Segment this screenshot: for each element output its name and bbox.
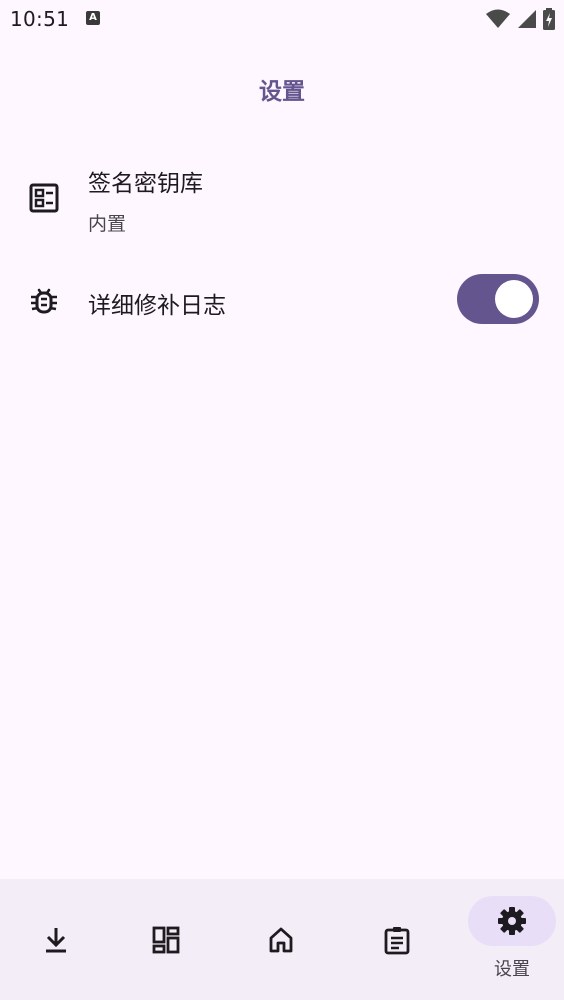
- battery-charging-icon: [543, 8, 555, 30]
- nav-item-downloads[interactable]: [0, 879, 112, 1000]
- nav-item-home[interactable]: [225, 879, 337, 1000]
- page-title: 设置: [259, 79, 305, 105]
- list-card-icon: [29, 183, 59, 213]
- nav-label-settings: 设置: [494, 959, 530, 980]
- download-icon: [46, 928, 66, 953]
- dashboard-icon: [152, 926, 180, 954]
- status-time: 10:51: [10, 7, 70, 31]
- verbose-log-title: 详细修补日志: [88, 293, 226, 319]
- wifi-icon: [486, 9, 510, 28]
- status-bar: 10:51 A: [0, 0, 564, 40]
- nav-item-dashboard[interactable]: [110, 879, 222, 1000]
- keystore-subtitle: 内置: [88, 213, 127, 235]
- status-indicators: [486, 8, 556, 30]
- toggle-knob[interactable]: [495, 280, 533, 318]
- gear-icon: [498, 907, 526, 935]
- keystore-title: 签名密钥库: [88, 171, 203, 197]
- verbose-log-toggle[interactable]: [457, 274, 539, 324]
- bottom-navigation: 设置: [0, 879, 564, 1000]
- nav-selected-indicator: [468, 896, 556, 946]
- cellular-signal-icon: [518, 10, 536, 28]
- nav-item-patch-log[interactable]: [341, 879, 453, 1000]
- home-icon: [269, 927, 293, 953]
- nav-item-settings[interactable]: 设置: [456, 879, 564, 1000]
- clipboard-icon: [384, 927, 410, 955]
- setting-keystore[interactable]: 签名密钥库 内置: [0, 150, 564, 250]
- app-notification-icon: A: [86, 11, 100, 25]
- bug-icon: [31, 288, 57, 314]
